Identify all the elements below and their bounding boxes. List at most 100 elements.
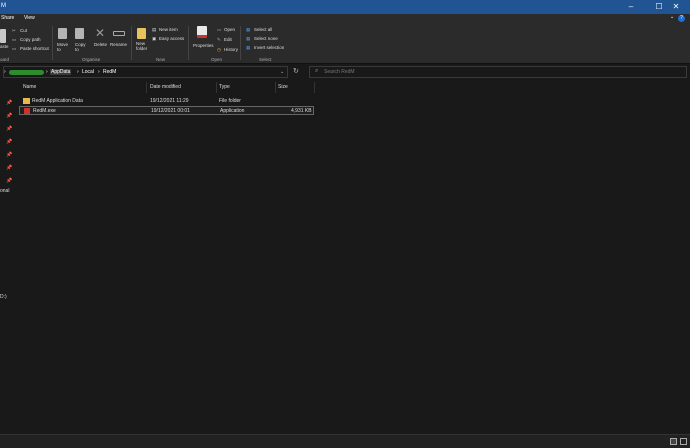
column-date-header[interactable]: Date modified [150,84,181,90]
easy-access-button[interactable]: Easy access [159,36,184,41]
menu-view[interactable]: View [24,15,35,21]
column-name-header[interactable]: Name [23,84,36,90]
file-type: File folder [219,98,241,104]
refresh-button[interactable]: ↻ [293,67,299,75]
new-item-icon: ▤ [152,27,157,32]
help-icon[interactable]: ? [678,15,685,22]
divider [131,26,132,60]
pin-icon[interactable]: 📌 [6,178,12,184]
open-group-label: Open [211,57,223,62]
minimize-button[interactable]: – [617,0,645,14]
divider [188,26,189,60]
breadcrumb-separator: › [98,69,100,75]
breadcrumb-separator: › [4,69,6,75]
invert-selection-button[interactable]: Invert selection [254,45,284,50]
cut-button[interactable]: Cut [20,28,27,33]
paste-shortcut-button[interactable]: Paste shortcut [20,46,49,51]
pin-icon[interactable]: 📌 [6,100,12,106]
scissors-icon: ✂ [12,28,16,33]
search-box[interactable]: ⌕ Search RedM [309,66,687,78]
paste-shortcut-icon: ▭ [12,46,17,51]
invert-selection-icon: ▦ [246,45,251,50]
status-bar [0,434,690,448]
history-icon: ◷ [217,47,221,52]
pin-icon[interactable]: 📌 [6,113,12,119]
history-button[interactable]: History [224,47,238,52]
navigation-pane: 📌 📌 📌 📌 📌 📌 📌 onal D:) [0,80,12,434]
divider [240,26,241,60]
delete-icon: ✕ [95,26,106,40]
file-date: 19/12/2021 11:29 [150,98,189,104]
nav-item-drive-d[interactable]: D:) [0,294,7,300]
search-input[interactable]: Search RedM [324,69,355,75]
file-name: RedM Application Data [32,98,83,104]
breadcrumb-separator: › [77,69,79,75]
title-bar: M – ☐ ✕ [0,0,690,14]
search-icon: ⌕ [315,68,319,74]
close-button[interactable]: ✕ [662,0,690,14]
rename-button[interactable]: Rename [110,42,127,47]
address-bar[interactable]: › › AppData › Local › RedM ⌄ [3,66,288,78]
thumbnails-view-icon[interactable] [680,438,687,445]
redacted-path-scribble [9,70,44,75]
new-folder-icon [137,28,146,39]
exe-icon [24,108,30,114]
file-name: RedM.exe [33,108,56,114]
menu-bar: Share View ⌄ ? [0,14,690,23]
menu-share[interactable]: Share [1,15,14,21]
breadcrumb-appdata[interactable]: AppData [50,69,72,75]
divider [52,26,53,60]
nav-item-onedrive[interactable]: onal [0,188,9,194]
copy-path-button[interactable]: Copy path [20,37,41,42]
column-size-header[interactable]: Size [278,84,288,90]
divider [314,82,315,93]
pin-icon[interactable]: 📌 [6,152,12,158]
new-item-button[interactable]: New item [159,27,178,32]
easy-access-icon: ▣ [152,36,157,41]
delete-button[interactable]: Delete [94,42,107,47]
select-all-button[interactable]: Select all [254,27,272,32]
window-title: M [1,3,6,9]
select-none-button[interactable]: Select none [254,36,278,41]
ribbon-collapse-icon[interactable]: ⌄ [670,14,674,20]
copy-to-icon [75,28,84,39]
paste-button[interactable]: aste [0,44,9,49]
divider [146,82,147,93]
new-folder-button[interactable]: New folder [136,41,147,51]
move-to-button[interactable]: Move to [57,42,68,52]
details-view-icon[interactable] [670,438,677,445]
column-type-header[interactable]: Type [219,84,230,90]
breadcrumb-redm[interactable]: RedM [103,69,116,75]
paste-icon [0,29,6,43]
ribbon: aste ✂ Cut ▭ Copy path ▭ Paste shortcut … [0,23,690,64]
file-date: 19/12/2021 00:01 [151,108,190,114]
rename-icon [113,31,125,36]
clipboard-group-label: oard [0,57,10,62]
folder-icon [23,98,30,104]
edit-button[interactable]: Edit [224,37,232,42]
table-row[interactable]: RedM Application Data 19/12/2021 11:29 F… [19,97,314,106]
copy-to-button[interactable]: Copy to [75,42,86,52]
properties-button[interactable]: Properties [193,43,214,48]
select-all-icon: ▦ [246,27,251,32]
table-row[interactable]: RedM.exe 19/12/2021 00:01 Application 4,… [19,106,314,115]
open-button[interactable]: Open [224,27,235,32]
column-headers: Name Date modified Type Size [19,82,319,93]
open-icon: ▭ [217,27,222,32]
move-to-icon [58,28,67,39]
breadcrumb-local[interactable]: Local [82,69,94,75]
pin-icon[interactable]: 📌 [6,126,12,132]
organise-group-label: Organise [82,57,101,62]
file-type: Application [220,108,245,114]
properties-icon [197,26,207,38]
breadcrumb-separator: › [46,69,48,75]
divider [216,82,217,93]
divider [275,82,276,93]
edit-icon: ✎ [217,37,221,42]
file-size: 4,931 KB [291,108,312,114]
pin-icon[interactable]: 📌 [6,165,12,171]
copy-path-icon: ▭ [12,37,17,42]
new-group-label: New [156,57,166,62]
address-dropdown-icon[interactable]: ⌄ [280,69,284,75]
pin-icon[interactable]: 📌 [6,139,12,145]
